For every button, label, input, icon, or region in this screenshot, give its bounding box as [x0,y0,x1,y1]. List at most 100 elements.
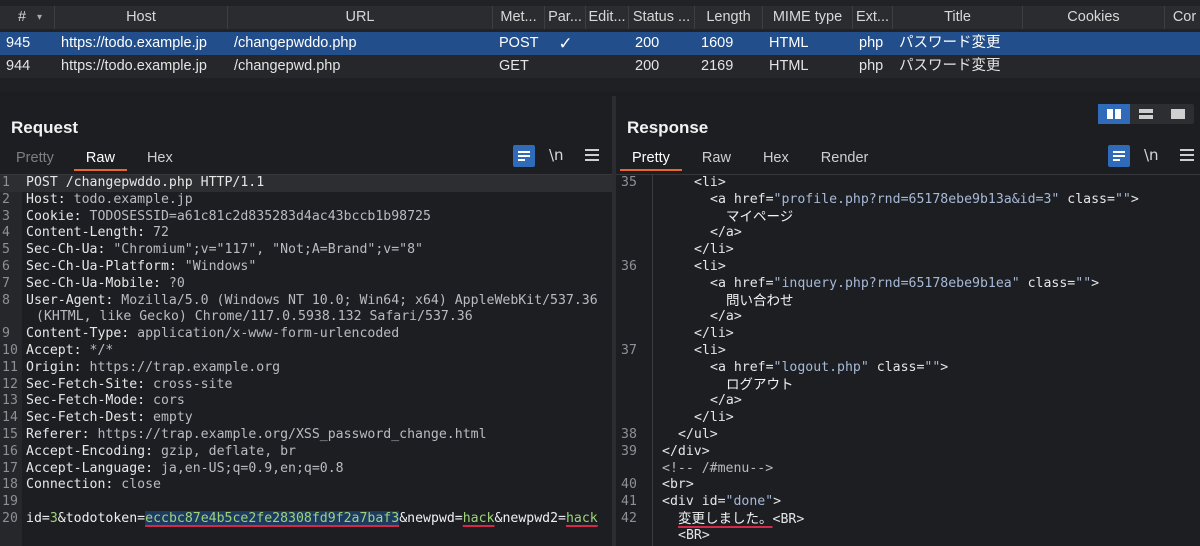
table-empty-area [0,78,1200,92]
line-text: POST /changepwddo.php HTTP/1.1 [26,175,264,192]
column-header-method[interactable]: Met... [493,6,545,29]
column-header-params[interactable]: Par... [545,6,586,29]
code-line: 2 Host: todo.example.jp [0,192,612,209]
tab-hex[interactable]: Hex [763,150,789,166]
header-value: 72 [145,225,169,241]
line-text: Content-Type: application/x-www-form-url… [26,326,399,343]
tab-hex[interactable]: Hex [147,150,173,166]
checkmark-icon [545,55,586,78]
column-header-title[interactable]: Title [893,6,1023,29]
line-text: Connection: close [26,477,161,494]
layout-split-icon[interactable] [1098,104,1130,124]
html-tag: > [1091,275,1100,291]
attr-value: "" [924,359,941,375]
html-tag: <BR> [772,511,805,527]
html-tag: </li> [694,326,734,342]
word-wrap-icon[interactable] [513,145,535,167]
line-number: 14 [2,410,18,426]
line-text: </ul> [678,427,718,444]
newline-icon[interactable]: \n [549,146,564,164]
code-line: 14 Sec-Fetch-Dest: empty [0,410,612,427]
col-length: 1609 [701,35,734,51]
header-name: Content-Type: [26,326,130,342]
code-line: 7 Sec-Ch-Ua-Mobile: ?0 [0,276,612,293]
column-header-ext[interactable]: Ext... [853,6,893,29]
table-row[interactable]: 944 https://todo.example.jp/changepwd.php… [0,55,1200,78]
attr-value: "profile.php?rnd=65178ebe9b13a&id=3" [773,191,1060,207]
line-number: 16 [2,443,18,459]
header-value: ?0 [160,275,185,291]
tab-raw[interactable]: Raw [73,150,127,171]
col-id: 944 [6,58,31,74]
code-line: 11 Origin: https://trap.example.org [0,360,612,377]
html-tag: <li> [694,342,726,358]
header-name: Content-Length: [26,225,146,241]
code-line: 38 </ul> [616,427,1200,444]
code-line: 39 </div> [616,444,1200,461]
request-editor[interactable]: 1 POST /changepwddo.php HTTP/1.1 2 Host: to… [0,175,612,546]
column-header-length[interactable]: Length [695,6,763,29]
header-name: Sec-Fetch-Mode: [26,393,146,409]
line-number: 39 [621,443,637,459]
html-tag: <a [710,275,734,291]
header-name: Accept: [26,342,82,358]
code-line: 19 [0,494,612,511]
code-line: マイページ [616,209,1200,226]
code-line: 13 Sec-Fetch-Mode: cors [0,393,612,410]
header-value: "Windows" [176,258,257,274]
table-row-selected[interactable]: 945 https://todo.example.jp/changepwddo.p… [0,32,1200,55]
line-text: <li> [694,343,726,360]
code-line: </li> [616,242,1200,259]
col-cor [1165,32,1200,55]
line-number: 1 [2,175,10,190]
code-line: <a href="inquery.php?rnd=65178ebe9b1ea" … [616,276,1200,293]
request-tabs: Pretty Raw Hex [16,150,201,172]
column-header-status[interactable]: Status ... [629,6,695,29]
attr-value: "" [1075,275,1092,291]
word-wrap-icon[interactable] [1108,145,1130,167]
attr-value: "logout.php" [773,359,869,375]
header-value: todo.example.jp [65,191,193,207]
code-line: <a href="logout.php" class=""> [616,360,1200,377]
newline-icon[interactable]: \n [1144,146,1159,164]
chevron-down-icon[interactable]: ▾ [37,6,42,29]
html-tag: <BR> [678,527,710,543]
line-number: 36 [621,258,637,274]
line-text: Content-Length: 72 [26,225,169,242]
col-mime: HTML [769,35,809,51]
line-text: 問い合わせ [726,293,794,311]
tab-raw[interactable]: Raw [702,150,731,166]
column-header-id[interactable]: # ▾ [0,6,55,29]
line-text: Sec-Fetch-Mode: cors [26,393,185,410]
line-number: 37 [621,342,637,358]
html-tag: > [940,359,949,375]
html-attr: class= [1059,191,1115,207]
column-header-mime[interactable]: MIME type [763,6,853,29]
line-text: マイページ [726,209,793,227]
col-method: GET [499,58,529,74]
tab-pretty[interactable]: Pretty [16,150,54,166]
hamburger-menu-icon[interactable] [1180,149,1194,164]
body-params: id=3&todotoken=eccbc87e4b5ce2fe28308fd9f… [26,510,598,528]
header-name: POST /changepwddo.php HTTP/1.1 [26,175,265,190]
line-number: 42 [621,510,637,526]
column-header-cor[interactable]: Cor [1165,6,1200,29]
response-editor[interactable]: 35 <li> <a href="profile.php?rnd=65178ebe9… [616,175,1200,546]
code-line: ログアウト [616,377,1200,394]
code-line: </a> [616,309,1200,326]
line-number: 9 [2,326,10,342]
line-text: Sec-Ch-Ua-Mobile: ?0 [26,276,185,293]
line-text: ログアウト [726,377,794,395]
layout-single-icon[interactable] [1162,104,1194,124]
layout-stacked-icon[interactable] [1130,104,1162,124]
column-header-edited[interactable]: Edit... [586,6,629,29]
line-text: <BR> [678,528,710,545]
tab-render[interactable]: Render [821,150,869,166]
column-header-host[interactable]: Host [55,6,228,29]
column-header-cookies[interactable]: Cookies [1023,6,1165,29]
line-number: 5 [2,242,10,258]
hamburger-menu-icon[interactable] [585,149,599,164]
checkmark-icon: ✓ [558,34,573,53]
tab-pretty[interactable]: Pretty [620,150,682,171]
column-header-url[interactable]: URL [228,6,493,29]
